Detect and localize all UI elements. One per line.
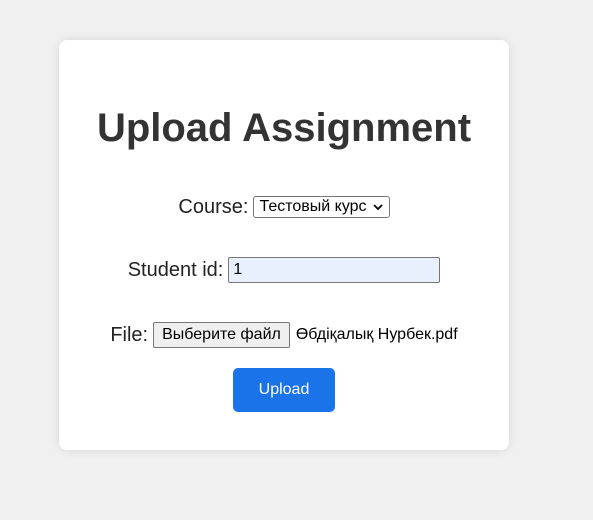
- file-row: File: Выберите файл Өбдіқалық Нурбек.pdf: [59, 322, 509, 348]
- course-row: Course: Тестовый курс: [59, 194, 509, 220]
- file-label: File:: [110, 323, 149, 346]
- page-title: Upload Assignment: [96, 106, 472, 150]
- student-id-label: Student id:: [127, 258, 224, 281]
- course-label: Course:: [178, 195, 249, 218]
- student-id-input[interactable]: [228, 257, 441, 283]
- upload-form-card: Upload Assignment Course: Тестовый курс …: [59, 40, 509, 450]
- student-row: Student id:: [59, 257, 509, 283]
- selected-file-name: Өбдіқалық Нурбек.pdf: [295, 326, 458, 343]
- upload-button[interactable]: Upload: [233, 368, 335, 412]
- course-select[interactable]: Тестовый курс: [253, 196, 390, 218]
- choose-file-button[interactable]: Выберите файл: [153, 322, 290, 348]
- course-select-value: Тестовый курс: [259, 198, 367, 215]
- chevron-down-icon: [372, 204, 383, 211]
